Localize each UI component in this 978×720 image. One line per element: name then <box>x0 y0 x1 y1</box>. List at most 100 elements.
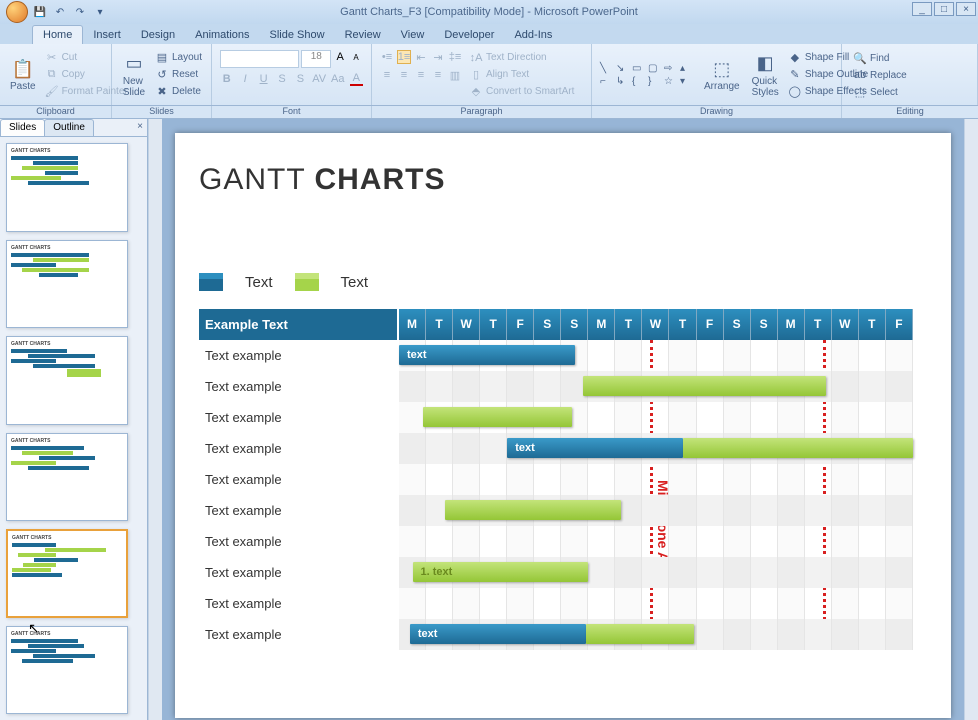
tab-animations[interactable]: Animations <box>185 26 259 44</box>
slide-thumbnail[interactable]: GANTT CHARTS <box>6 626 128 715</box>
gantt-cell <box>426 464 453 495</box>
close-button[interactable]: × <box>956 2 976 16</box>
align-left-icon[interactable]: ≡ <box>380 68 394 82</box>
gantt-bar[interactable]: 1. text <box>413 562 589 582</box>
grow-font-icon[interactable]: A <box>333 50 347 64</box>
layout-button[interactable]: ▤Layout <box>152 50 205 66</box>
arrange-button[interactable]: ⬚Arrange <box>698 55 746 94</box>
shape-elbow-icon[interactable]: ↳ <box>616 76 630 87</box>
gantt-cell <box>399 588 426 619</box>
shape-up-icon[interactable]: ▴ <box>680 63 694 74</box>
strike-icon[interactable]: S <box>275 72 288 86</box>
slide-thumbnail[interactable]: GANTT CHARTS <box>6 529 128 618</box>
gantt-bar[interactable] <box>423 407 572 427</box>
redo-icon[interactable]: ↷ <box>72 4 88 20</box>
tab-slides[interactable]: Slides <box>0 119 45 136</box>
tab-outline[interactable]: Outline <box>44 119 94 136</box>
tab-addins[interactable]: Add-Ins <box>504 26 562 44</box>
indent-inc-icon[interactable]: ⇥ <box>431 50 445 64</box>
slide[interactable]: GANTT CHARTS Text Text Example Text MTWT… <box>175 133 951 718</box>
shape-down-icon[interactable]: ▾ <box>680 76 694 87</box>
slide-thumbnail[interactable]: GANTT CHARTS <box>6 240 128 329</box>
slide-canvas-area[interactable]: GANTT CHARTS Text Text Example Text MTWT… <box>162 119 964 720</box>
replace-button[interactable]: abReplace <box>850 67 969 83</box>
smartart-button[interactable]: ⬘Convert to SmartArt <box>466 84 577 100</box>
tab-home[interactable]: Home <box>32 25 83 44</box>
shapes-gallery[interactable]: ╲↘▭▢⇨▴ ⌐↳{}☆▾ <box>596 59 698 91</box>
select-button[interactable]: ⬚Select <box>850 84 969 100</box>
gantt-bar[interactable] <box>445 500 621 520</box>
shape-brace-icon[interactable]: { <box>632 76 646 87</box>
gantt-cell <box>507 588 534 619</box>
text-direction-button[interactable]: ↕AText Direction <box>466 50 577 66</box>
gantt-row: Text example <box>199 371 913 402</box>
columns-icon[interactable]: ▥ <box>448 68 462 82</box>
undo-icon[interactable]: ↶ <box>52 4 68 20</box>
delete-button[interactable]: ✖Delete <box>152 84 205 100</box>
gantt-cell <box>669 588 696 619</box>
italic-icon[interactable]: I <box>238 72 251 86</box>
spacing-icon[interactable]: AV <box>312 72 326 86</box>
gantt-day-header: T <box>805 309 832 340</box>
align-center-icon[interactable]: ≡ <box>397 68 411 82</box>
tab-insert[interactable]: Insert <box>83 26 131 44</box>
shape-line-icon[interactable]: ╲ <box>600 63 614 74</box>
thumbnail-list[interactable]: GANTT CHARTS GANTT CHARTS GANTT CHARTS G… <box>0 137 147 720</box>
slide-thumbnail[interactable]: GANTT CHARTS <box>6 143 128 232</box>
shape-rect-icon[interactable]: ▭ <box>632 63 646 74</box>
close-pane-icon[interactable]: × <box>137 121 143 132</box>
panel-scrollbar[interactable] <box>148 119 162 720</box>
indent-dec-icon[interactable]: ⇤ <box>414 50 428 64</box>
shadow-icon[interactable]: S <box>294 72 307 86</box>
numbering-icon[interactable]: 1≡ <box>397 50 411 64</box>
gantt-bar[interactable]: text <box>410 624 586 644</box>
align-text-button[interactable]: ▯Align Text <box>466 67 577 83</box>
gantt-bar[interactable] <box>586 624 694 644</box>
underline-icon[interactable]: U <box>257 72 270 86</box>
shape-conn-icon[interactable]: ⌐ <box>600 76 614 87</box>
save-icon[interactable]: 💾 <box>32 4 48 20</box>
shape-star-icon[interactable]: ☆ <box>664 76 678 87</box>
qat-more-icon[interactable]: ▾ <box>92 4 108 20</box>
align-right-icon[interactable]: ≡ <box>414 68 428 82</box>
tab-slideshow[interactable]: Slide Show <box>260 26 335 44</box>
shape-arrow-icon[interactable]: ↘ <box>616 63 630 74</box>
find-button[interactable]: 🔍Find <box>850 50 969 66</box>
paste-button[interactable]: 📋 Paste <box>4 46 42 103</box>
tab-view[interactable]: View <box>391 26 435 44</box>
font-size-combo[interactable]: 18 <box>301 50 331 68</box>
maximize-button[interactable]: □ <box>934 2 954 16</box>
gantt-bar[interactable] <box>583 376 826 396</box>
tab-review[interactable]: Review <box>335 26 391 44</box>
gantt-cell <box>642 340 669 371</box>
shape-rect2-icon[interactable]: ▢ <box>648 63 662 74</box>
line-spacing-icon[interactable]: ‡≡ <box>448 50 462 64</box>
new-slide-button[interactable]: ▭ New Slide <box>116 46 152 103</box>
gantt-cell <box>615 557 642 588</box>
gantt-cell <box>534 464 561 495</box>
font-family-combo[interactable] <box>220 50 299 68</box>
shrink-font-icon[interactable]: A <box>349 50 363 64</box>
office-button[interactable] <box>6 1 28 23</box>
tab-developer[interactable]: Developer <box>434 26 504 44</box>
gantt-cell <box>886 464 913 495</box>
slide-thumbnail[interactable]: GANTT CHARTS <box>6 336 128 425</box>
case-icon[interactable]: Aa <box>331 72 344 86</box>
slide-thumbnail[interactable]: GANTT CHARTS <box>6 433 128 522</box>
tab-design[interactable]: Design <box>131 26 185 44</box>
gantt-cell <box>426 588 453 619</box>
minimize-button[interactable]: _ <box>912 2 932 16</box>
gantt-cell <box>399 433 426 464</box>
gantt-bar[interactable]: text <box>399 345 575 365</box>
font-color-icon[interactable]: A <box>350 72 363 86</box>
gantt-bar[interactable] <box>683 438 913 458</box>
quick-styles-button[interactable]: ◧Quick Styles <box>746 50 785 100</box>
shape-brace2-icon[interactable]: } <box>648 76 662 87</box>
bold-icon[interactable]: B <box>220 72 233 86</box>
reset-button[interactable]: ↺Reset <box>152 67 205 83</box>
canvas-scrollbar[interactable] <box>964 119 978 720</box>
bullets-icon[interactable]: •≡ <box>380 50 394 64</box>
gantt-bar[interactable]: text <box>507 438 683 458</box>
justify-icon[interactable]: ≡ <box>431 68 445 82</box>
shape-arrowr-icon[interactable]: ⇨ <box>664 63 678 74</box>
